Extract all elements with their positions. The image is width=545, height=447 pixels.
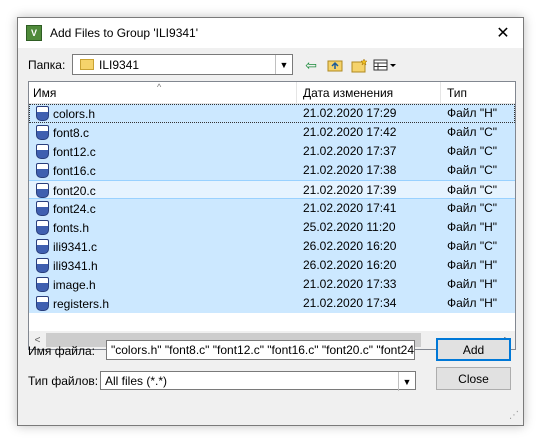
filename-input[interactable]: "colors.h" "font8.c" "font12.c" "font16.… [106,340,415,360]
folder-value: ILI9341 [99,57,140,72]
column-date-header[interactable]: Дата изменения [297,82,441,104]
title-bar: V Add Files to Group 'ILI9341' ✕ [18,18,523,48]
file-row[interactable]: font20.c 21.02.2020 17:39 Файл "C" [29,180,515,199]
filetype-label: Тип файлов: [28,374,99,388]
up-folder-icon[interactable] [325,55,345,75]
app-icon: V [26,25,42,41]
folder-label: Папка: [28,58,66,72]
resize-grip-icon[interactable]: ⋰ [509,411,521,423]
source-file-icon [36,125,49,140]
file-row[interactable]: colors.h 21.02.2020 17:29 Файл "H" [29,104,515,123]
view-menu-icon[interactable] [373,55,397,75]
file-row[interactable]: registers.h 21.02.2020 17:34 Файл "H" [29,294,515,313]
file-row[interactable]: ili9341.h 26.02.2020 16:20 Файл "H" [29,256,515,275]
source-file-icon [36,258,49,273]
folder-icon [80,59,94,70]
filename-label: Имя файла: [28,344,95,358]
file-toolbar: ⇦ [301,55,397,75]
file-row[interactable]: font12.c 21.02.2020 17:37 Файл "C" [29,142,515,161]
close-window-button[interactable]: ✕ [483,18,523,48]
file-row[interactable]: font24.c 21.02.2020 17:41 Файл "C" [29,199,515,218]
file-rows: colors.h 21.02.2020 17:29 Файл "H" font8… [29,104,515,313]
file-row[interactable]: font8.c 21.02.2020 17:42 Файл "C" [29,123,515,142]
file-row[interactable]: ili9341.c 26.02.2020 16:20 Файл "C" [29,237,515,256]
sort-ascending-icon: ^ [157,82,162,92]
source-file-icon [36,201,49,216]
source-file-icon [36,183,49,198]
dialog-title: Add Files to Group 'ILI9341' [50,26,199,40]
close-icon: ✕ [496,25,510,42]
source-file-icon [36,239,49,254]
source-file-icon [36,296,49,311]
chevron-down-icon[interactable]: ▼ [275,55,292,74]
back-icon[interactable]: ⇦ [301,55,321,75]
add-button[interactable]: Add [436,338,511,361]
folder-dropdown[interactable]: ILI9341 ▼ [72,54,293,75]
file-row[interactable]: font16.c 21.02.2020 17:38 Файл "C" [29,161,515,180]
source-file-icon [36,277,49,292]
file-row[interactable]: fonts.h 25.02.2020 11:20 Файл "H" [29,218,515,237]
source-file-icon [36,220,49,235]
folder-row: Папка: ILI9341 ▼ [28,54,293,76]
chevron-down-icon[interactable]: ▼ [398,372,415,391]
filetype-value: All files (*.*) [105,374,168,388]
file-row[interactable]: image.h 21.02.2020 17:33 Файл "H" [29,275,515,294]
filetype-dropdown[interactable]: All files (*.*) ▼ [100,371,416,391]
source-file-icon [36,144,49,159]
column-name-header[interactable]: ^ Имя [29,82,297,104]
source-file-icon [36,106,49,121]
new-folder-icon[interactable] [349,55,369,75]
close-button[interactable]: Close [436,367,511,390]
file-list[interactable]: ^ Имя Дата изменения Тип colors.h 21.02.… [28,81,516,350]
source-file-icon [36,163,49,178]
list-header: ^ Имя Дата изменения Тип [29,82,515,104]
add-files-dialog: V Add Files to Group 'ILI9341' ✕ Папка: … [17,17,524,426]
column-type-header[interactable]: Тип [441,82,515,104]
